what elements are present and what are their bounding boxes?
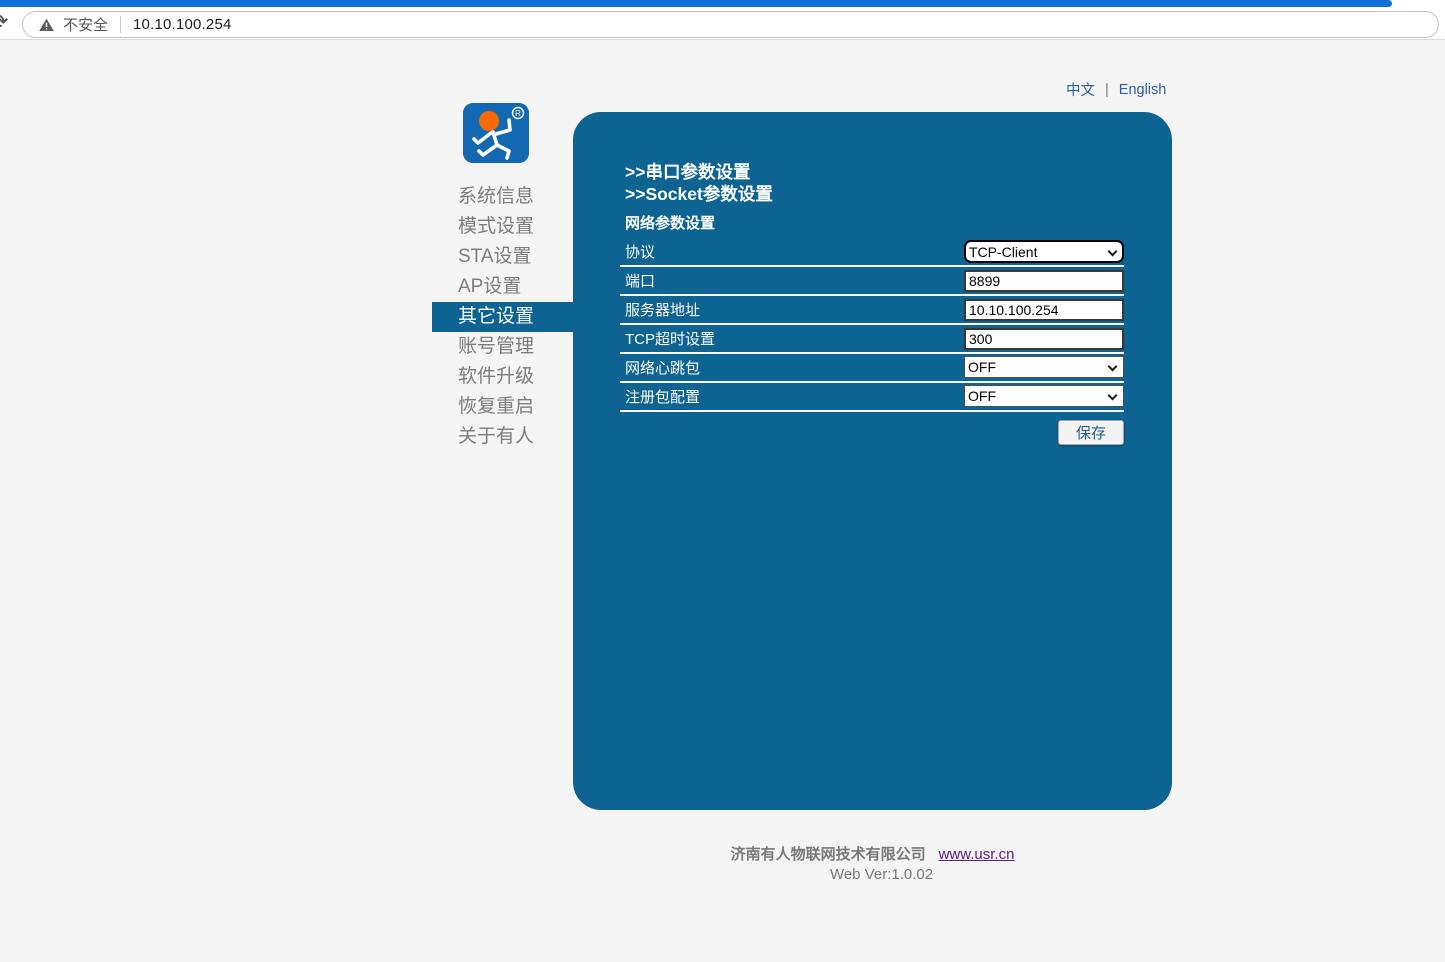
port-label: 端口 xyxy=(625,270,655,291)
protocol-label: 协议 xyxy=(625,241,655,262)
server-address-row: 服务器地址 xyxy=(620,296,1124,325)
sidebar-item-restore-restart[interactable]: 恢复重启 xyxy=(432,392,573,422)
save-button[interactable]: 保存 xyxy=(1058,420,1124,445)
security-label: 不安全 xyxy=(63,14,108,35)
tcp-timeout-row: TCP超时设置 xyxy=(620,325,1124,354)
url-text[interactable]: 10.10.100.254 xyxy=(133,16,232,33)
page-footer: 济南有人物联网技术有限公司 www.usr.cn Web Ver:1.0.02 xyxy=(573,843,1172,883)
tcp-timeout-label: TCP超时设置 xyxy=(625,328,715,349)
register-packet-row: 注册包配置 OFF xyxy=(620,383,1124,412)
sidebar-item-ap-settings[interactable]: AP设置 xyxy=(432,272,573,302)
heartbeat-row: 网络心跳包 OFF xyxy=(620,354,1124,383)
protocol-select[interactable]: TCP-Client xyxy=(964,240,1124,263)
company-name: 济南有人物联网技术有限公司 xyxy=(731,846,926,863)
settings-panel: >>串口参数设置 >>Socket参数设置 网络参数设置 协议 TCP-Clie… xyxy=(573,112,1172,810)
server-address-label: 服务器地址 xyxy=(625,299,700,320)
protocol-row: 协议 TCP-Client xyxy=(620,238,1124,267)
network-params-group-title: 网络参数设置 xyxy=(625,216,1124,232)
lang-english-link[interactable]: English xyxy=(1119,82,1167,98)
warning-triangle-icon[interactable] xyxy=(38,17,55,33)
web-version: Web Ver:1.0.02 xyxy=(573,866,1172,883)
language-switcher: 中文 | English xyxy=(1066,79,1166,100)
sidebar-item-mode-settings[interactable]: 模式设置 xyxy=(432,212,573,242)
section-links: >>串口参数设置 >>Socket参数设置 xyxy=(620,162,1124,205)
port-row: 端口 xyxy=(620,267,1124,296)
sidebar-item-sta-settings[interactable]: STA设置 xyxy=(432,242,573,272)
serial-params-section-link[interactable]: >>串口参数设置 xyxy=(625,162,1124,184)
sidebar-item-about[interactable]: 关于有人 xyxy=(432,422,573,452)
reload-icon[interactable]: ⟳ xyxy=(0,9,13,37)
lang-divider: | xyxy=(1105,82,1109,98)
sidebar-item-system-info[interactable]: 系统信息 xyxy=(432,182,573,212)
port-input[interactable] xyxy=(964,270,1124,292)
sidebar-item-account[interactable]: 账号管理 xyxy=(432,332,573,362)
tcp-timeout-input[interactable] xyxy=(964,328,1124,350)
address-bar[interactable]: 不安全 10.10.100.254 xyxy=(22,11,1439,38)
browser-toolbar: ⟳ 不安全 10.10.100.254 xyxy=(0,0,1445,40)
sidebar-menu: 系统信息 模式设置 STA设置 AP设置 其它设置 账号管理 软件升级 恢复重启… xyxy=(432,182,573,452)
register-packet-label: 注册包配置 xyxy=(625,386,700,407)
website-link[interactable]: www.usr.cn xyxy=(939,846,1015,863)
svg-text:R: R xyxy=(515,109,521,118)
lang-chinese-link[interactable]: 中文 xyxy=(1066,79,1095,100)
browser-tab-strip xyxy=(0,0,1392,7)
usr-iot-logo: R xyxy=(463,103,529,163)
settings-form: 协议 TCP-Client 端口 服务器地址 TCP超时设置 xyxy=(620,238,1124,412)
heartbeat-label: 网络心跳包 xyxy=(625,357,700,378)
sidebar-item-firmware-upgrade[interactable]: 软件升级 xyxy=(432,362,573,392)
socket-params-section-link[interactable]: >>Socket参数设置 xyxy=(625,184,1124,206)
heartbeat-select[interactable]: OFF xyxy=(964,356,1124,378)
server-address-input[interactable] xyxy=(964,299,1124,321)
sidebar-item-other-settings[interactable]: 其它设置 xyxy=(432,302,573,332)
address-bar-divider xyxy=(120,16,121,33)
register-packet-select[interactable]: OFF xyxy=(964,385,1124,407)
